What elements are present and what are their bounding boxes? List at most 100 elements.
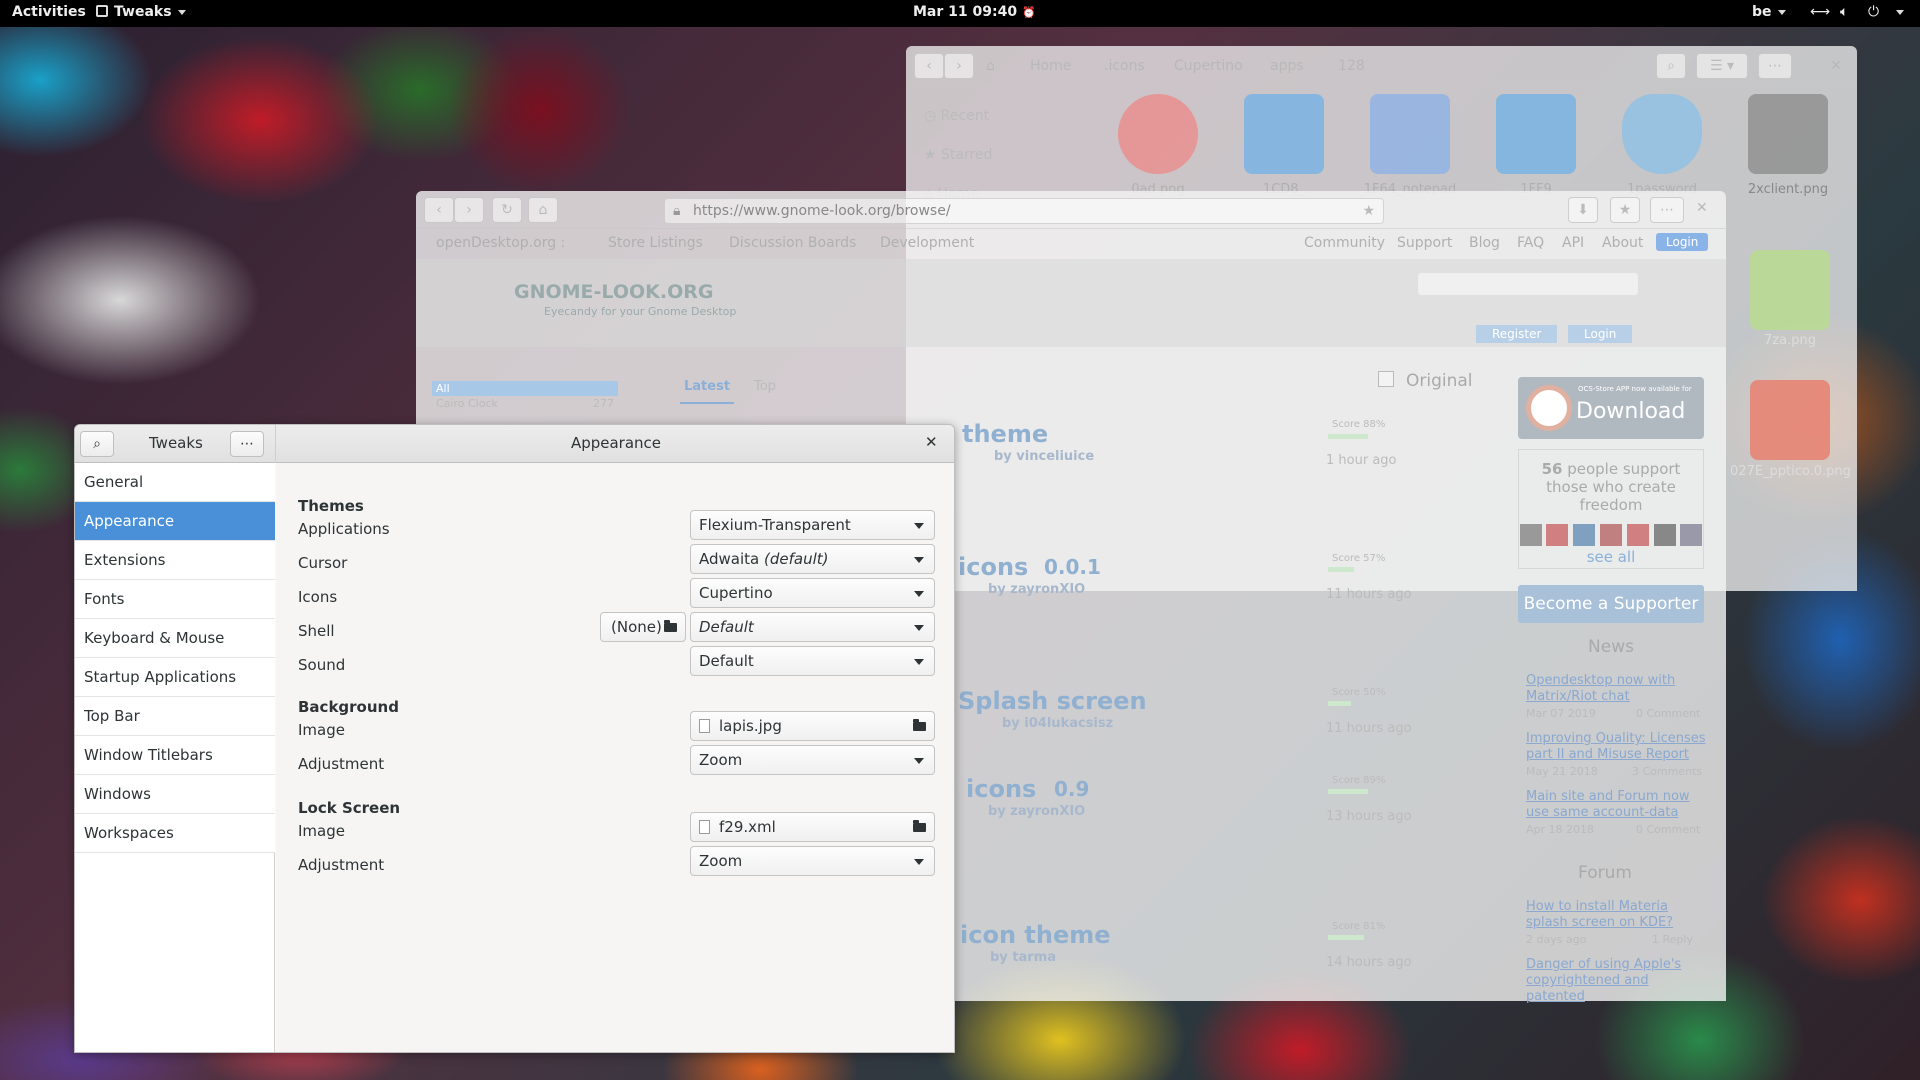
nav-opendesktop[interactable]: openDesktop.org : (436, 235, 565, 251)
forum-link[interactable]: Danger of using Apple's copyrightened an… (1526, 957, 1706, 1005)
site-search-input[interactable] (1418, 273, 1638, 295)
icons-theme-select[interactable]: Cupertino (690, 578, 935, 608)
file-icon-1password[interactable] (1622, 94, 1702, 174)
nav-community[interactable]: Community (1304, 235, 1385, 251)
tab-latest[interactable]: Latest (680, 379, 735, 404)
sidebar-item-appearance[interactable]: Appearance (75, 502, 275, 541)
system-menu[interactable] (1890, 4, 1904, 20)
file-icon-pptico[interactable] (1750, 380, 1830, 460)
menu-button[interactable]: ⋯ (1758, 53, 1792, 79)
forum-link[interactable]: How to install Materia splash screen on … (1526, 899, 1706, 931)
view-button[interactable]: ☰ ▾ (1696, 53, 1748, 79)
back-button[interactable]: ‹ (424, 197, 454, 223)
power-icon[interactable]: ⏻ (1868, 4, 1879, 20)
news-link[interactable]: Opendesktop now with Matrix/Riot chat (1526, 673, 1706, 705)
reload-button[interactable]: ↻ (492, 197, 522, 223)
entry-author[interactable]: by i04lukacsisz (1002, 716, 1113, 731)
breadcrumb-cupertino[interactable]: Cupertino (1174, 58, 1243, 74)
file-icon-1ff9[interactable] (1496, 94, 1576, 174)
home-button[interactable]: ⌂ (528, 197, 558, 223)
avatar[interactable] (1680, 524, 1703, 546)
back-button[interactable]: ‹ (914, 53, 944, 79)
register-button[interactable]: Register (1476, 325, 1558, 343)
category-all[interactable]: All (432, 381, 618, 396)
search-button[interactable]: ⌕ (80, 431, 114, 457)
entry-title[interactable]: icon theme (960, 921, 1111, 949)
search-button[interactable]: ⌕ (1656, 53, 1686, 79)
sidebar-item-workspaces[interactable]: Workspaces (75, 814, 275, 853)
app-menu[interactable]: Tweaks (96, 4, 186, 20)
breadcrumb-icons[interactable]: .icons (1104, 58, 1145, 74)
home-icon[interactable]: ⌂ (986, 58, 995, 74)
entry-title[interactable]: theme (962, 420, 1048, 448)
breadcrumb-home[interactable]: Home (1030, 58, 1071, 74)
lock-screen-adjustment-select[interactable]: Zoom (690, 846, 935, 876)
menu-button[interactable]: ⋯ (230, 431, 264, 457)
nav-store-listings[interactable]: Store Listings (608, 235, 703, 251)
original-checkbox[interactable] (1378, 371, 1394, 387)
nav-discussion-boards[interactable]: Discussion Boards (729, 235, 856, 251)
entry-author[interactable]: by vinceliuice (994, 449, 1094, 464)
file-icon-0ad[interactable] (1118, 94, 1198, 174)
close-icon[interactable]: ✕ (1830, 58, 1842, 74)
sidebar-item-recent[interactable]: ◷ Recent (924, 108, 989, 124)
sidebar-item-window-titlebars[interactable]: Window Titlebars (75, 736, 275, 775)
avatar[interactable] (1546, 524, 1569, 546)
file-icon-notepad[interactable] (1370, 94, 1450, 174)
forward-button[interactable]: › (454, 197, 484, 223)
bookmark-star-icon[interactable]: ★ (1362, 199, 1375, 223)
file-icon-2xclient[interactable] (1748, 94, 1828, 174)
volume-icon[interactable]: 🔈︎ (1840, 4, 1848, 20)
nav-development[interactable]: Development (880, 235, 974, 251)
nav-about[interactable]: About (1602, 235, 1643, 251)
entry-author[interactable]: by tarma (990, 950, 1056, 965)
background-adjustment-select[interactable]: Zoom (690, 745, 935, 775)
sidebar-item-extensions[interactable]: Extensions (75, 541, 275, 580)
become-supporter-button[interactable]: Become a Supporter (1518, 585, 1704, 623)
file-icon-1cd8[interactable] (1244, 94, 1324, 174)
entry-title[interactable]: Splash screen (958, 687, 1147, 715)
applications-theme-select[interactable]: Flexium-Transparent (690, 510, 935, 540)
activities-button[interactable]: Activities (12, 4, 86, 20)
shell-theme-select[interactable]: Default (690, 612, 935, 642)
download-button[interactable]: OCS-Store APP now available for Download (1518, 377, 1704, 439)
avatar[interactable] (1519, 524, 1542, 546)
sidebar-item-general[interactable]: General (75, 463, 275, 502)
see-all-link[interactable]: see all (1519, 548, 1703, 566)
news-link[interactable]: Improving Quality: Licenses part II and … (1526, 731, 1706, 763)
close-icon[interactable]: ✕ (925, 433, 938, 451)
menu-button[interactable]: ⋯ (1650, 197, 1684, 223)
sound-theme-select[interactable]: Default (690, 646, 935, 676)
sidebar-item-startup-applications[interactable]: Startup Applications (75, 658, 275, 697)
background-image-chooser[interactable]: lapis.jpg (690, 711, 935, 741)
sidebar-item-fonts[interactable]: Fonts (75, 580, 275, 619)
avatar[interactable] (1600, 524, 1622, 546)
url-bar[interactable]: 🔒︎ https://www.gnome-look.org/browse/ ★ (664, 198, 1384, 224)
shell-file-button[interactable]: (None) (600, 612, 686, 642)
nav-blog[interactable]: Blog (1469, 235, 1500, 251)
network-icon[interactable]: ⟷ (1810, 4, 1830, 20)
sidebar-item-windows[interactable]: Windows (75, 775, 275, 814)
breadcrumb-128[interactable]: 128 (1338, 58, 1365, 74)
nav-support[interactable]: Support (1397, 235, 1452, 251)
breadcrumb-apps[interactable]: apps (1270, 58, 1304, 74)
entry-title[interactable]: icons (966, 775, 1036, 803)
sidebar-item-top-bar[interactable]: Top Bar (75, 697, 275, 736)
avatar[interactable] (1626, 524, 1649, 546)
clock[interactable]: Mar 11 09:40 ⏰ (913, 4, 1036, 20)
avatar[interactable] (1653, 524, 1676, 546)
cursor-theme-select[interactable]: Adwaita (default) (690, 544, 935, 574)
entry-author[interactable]: by zayronXIO (988, 804, 1085, 819)
lock-screen-image-chooser[interactable]: f29.xml (690, 812, 935, 842)
news-link[interactable]: Main site and Forum now use same account… (1526, 789, 1706, 821)
tab-top[interactable]: Top (754, 379, 776, 394)
nav-faq[interactable]: FAQ (1517, 235, 1544, 251)
bookmarks-button[interactable]: ★ (1610, 197, 1640, 223)
file-icon-7za[interactable] (1750, 250, 1830, 330)
entry-author[interactable]: by zayronXIO (988, 582, 1085, 597)
category-cairo-clock[interactable]: Cairo Clock 277 (432, 396, 618, 411)
login-button[interactable]: Login (1656, 233, 1709, 251)
keyboard-layout[interactable]: be (1752, 4, 1786, 20)
downloads-button[interactable]: ⬇ (1568, 197, 1598, 223)
close-icon[interactable]: ✕ (1696, 200, 1708, 216)
